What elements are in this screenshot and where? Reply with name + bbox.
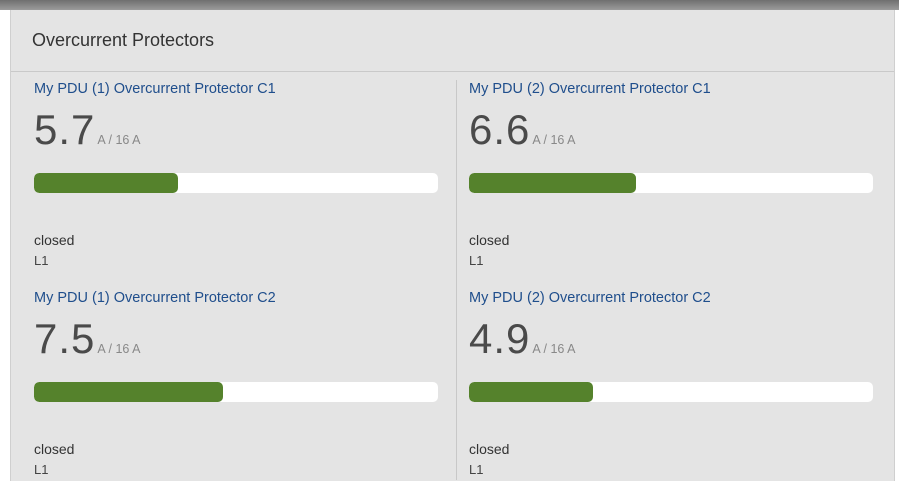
current-unit-rating: A / 16 A xyxy=(532,133,576,147)
current-value: 7.5 xyxy=(34,315,96,362)
protector-state: closed xyxy=(34,232,75,248)
protector-name-link[interactable]: My PDU (1) Overcurrent Protector C2 xyxy=(34,290,276,306)
current-unit-rating: A / 16 A xyxy=(97,342,141,356)
current-value: 4.9 xyxy=(469,315,531,362)
current-bar-fill xyxy=(469,382,593,402)
current-reading: 4.9 A / 16 A xyxy=(469,315,575,365)
protector-name-link[interactable]: My PDU (1) Overcurrent Protector C1 xyxy=(34,81,276,97)
overcurrent-protectors-panel: Overcurrent Protectors My PDU (1) Overcu… xyxy=(10,10,895,481)
panel-title: Overcurrent Protectors xyxy=(32,30,215,50)
protector-name-link[interactable]: My PDU (2) Overcurrent Protector C2 xyxy=(469,290,711,306)
current-value: 6.6 xyxy=(469,106,531,153)
current-bar-track xyxy=(469,173,873,193)
current-reading: 5.7 A / 16 A xyxy=(34,106,140,156)
current-unit-rating: A / 16 A xyxy=(532,342,576,356)
protector-name-link[interactable]: My PDU (2) Overcurrent Protector C1 xyxy=(469,81,711,97)
protector-grid: My PDU (1) Overcurrent Protector C1 5.7 A… xyxy=(11,72,894,481)
current-value: 5.7 xyxy=(34,106,96,153)
current-bar-track xyxy=(34,382,438,402)
current-bar-track xyxy=(34,173,438,193)
protector-state: closed xyxy=(469,232,510,248)
protector-card: My PDU (2) Overcurrent Protector C2 4.9 A… xyxy=(469,281,873,481)
window-top-bar xyxy=(0,0,899,10)
current-bar-fill xyxy=(34,382,224,402)
current-unit-rating: A / 16 A xyxy=(97,133,141,147)
protector-state: closed xyxy=(34,441,75,457)
panel-header: Overcurrent Protectors xyxy=(11,10,894,72)
column-divider xyxy=(456,80,457,480)
protector-line: L1 xyxy=(469,462,484,477)
current-bar-track xyxy=(469,382,873,402)
protector-line: L1 xyxy=(34,462,49,477)
protector-line: L1 xyxy=(34,253,49,268)
overcurrent-protectors-screen: Overcurrent Protectors My PDU (1) Overcu… xyxy=(0,0,899,481)
protector-card: My PDU (1) Overcurrent Protector C2 7.5 A… xyxy=(34,281,438,481)
protector-card: My PDU (1) Overcurrent Protector C1 5.7 A… xyxy=(34,72,438,272)
protector-line: L1 xyxy=(469,253,484,268)
current-reading: 7.5 A / 16 A xyxy=(34,315,140,365)
current-reading: 6.6 A / 16 A xyxy=(469,106,575,156)
current-bar-fill xyxy=(469,173,636,193)
protector-card: My PDU (2) Overcurrent Protector C1 6.6 A… xyxy=(469,72,873,272)
protector-state: closed xyxy=(469,441,510,457)
current-bar-fill xyxy=(34,173,178,193)
